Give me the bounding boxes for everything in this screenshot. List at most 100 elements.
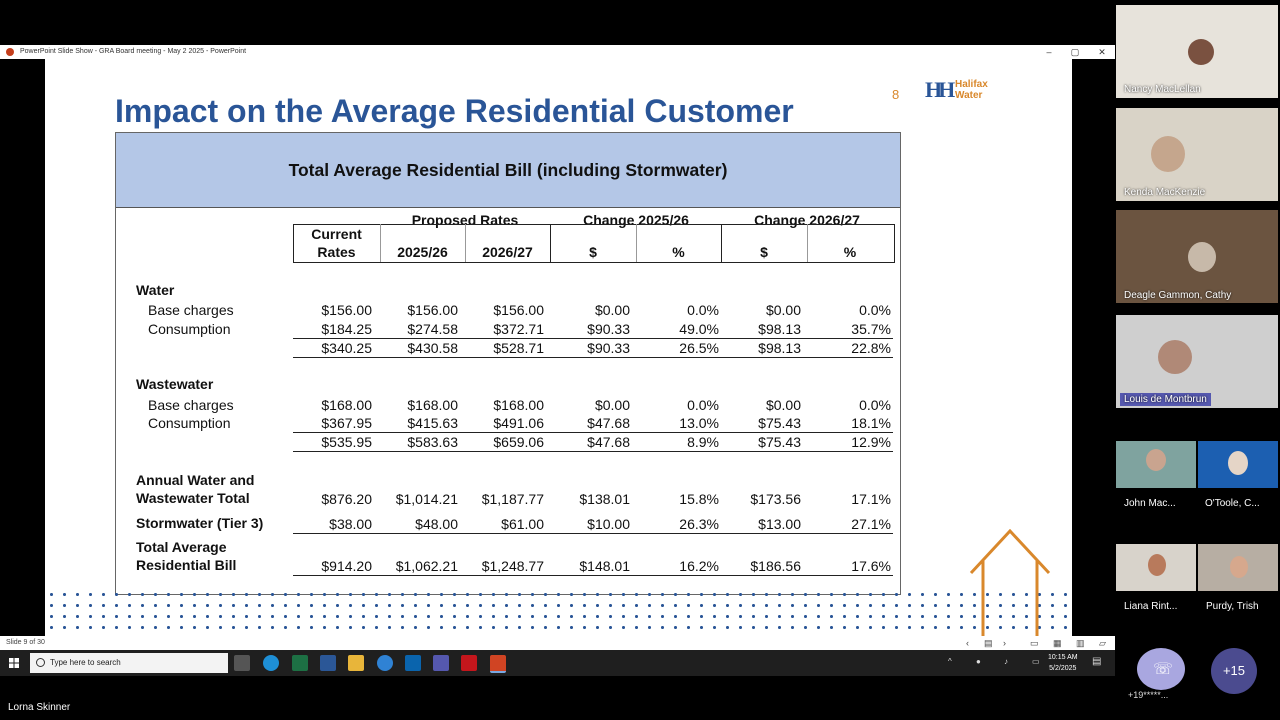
row-label-stormwater: Stormwater (Tier 3) (136, 515, 264, 531)
slide-sorter-icon[interactable]: ▦ (1053, 636, 1062, 650)
label-line-1: Annual Water and (136, 472, 255, 488)
dot-pattern-decoration (45, 589, 1072, 636)
more-participants-button[interactable]: +15 (1211, 648, 1257, 694)
powerpoint-icon (6, 48, 14, 56)
row-label: Base charges (148, 302, 234, 318)
word-icon[interactable] (320, 655, 336, 671)
table-cell: $372.71 (493, 321, 544, 337)
table-cell: $47.68 (587, 434, 630, 450)
table-cell: $75.43 (758, 415, 801, 431)
table-cell: $491.06 (493, 415, 544, 431)
teams-icon[interactable] (433, 655, 449, 671)
file-explorer-icon[interactable] (348, 655, 364, 671)
table-cell: $1,014.21 (395, 491, 458, 507)
participant-tile-kenda[interactable]: Kenda MacKenzie (1116, 108, 1278, 201)
clock-time: 10:15 AM (1048, 654, 1078, 661)
col-change2-dollar: $ (760, 244, 768, 260)
close-button[interactable]: ✕ (1095, 45, 1109, 59)
table-cell: $156.00 (321, 302, 372, 318)
bill-table: Total Average Residential Bill (includin… (115, 132, 901, 595)
acrobat-icon[interactable] (461, 655, 477, 671)
powerpoint-title-bar: PowerPoint Slide Show - GRA Board meetin… (0, 45, 1115, 59)
section-wastewater: Wastewater (136, 376, 214, 392)
slide-heading: Impact on the Average Residential Custom… (115, 93, 794, 129)
table-cell: 17.1% (851, 491, 891, 507)
participant-video-icon (1151, 136, 1185, 172)
table-cell: $156.00 (407, 302, 458, 318)
edge-browser-icon[interactable] (263, 655, 279, 671)
table-cell: 26.3% (679, 516, 719, 532)
table-cell: $876.20 (321, 491, 372, 507)
participant-tile-cathy[interactable]: Deagle Gammon, Cathy (1116, 210, 1278, 303)
table-cell: $583.63 (407, 434, 458, 450)
slideshow-status-bar: Slide 9 of 30 ‹ ▤ › ▭ ▦ ▥ ▱ (0, 636, 1115, 650)
phone-participant-avatar[interactable]: ☏ (1137, 648, 1185, 690)
table-cell: $10.00 (587, 516, 630, 532)
participant-video-icon (1148, 554, 1166, 576)
table-cell: $156.00 (493, 302, 544, 318)
participant-video-icon (1228, 451, 1248, 475)
table-cell: 27.1% (851, 516, 891, 532)
row-label: Consumption (148, 415, 231, 431)
col-change2-percent: % (843, 244, 857, 260)
participant-tile-purdy[interactable] (1198, 544, 1278, 591)
subtotal-rule (293, 357, 893, 358)
internet-explorer-icon[interactable] (377, 655, 393, 671)
notifications-icon[interactable]: ▤ (1092, 656, 1101, 667)
table-cell: $61.00 (501, 516, 544, 532)
table-cell: $90.33 (587, 321, 630, 337)
participant-tile-nancy[interactable]: Nancy MacLellan (1116, 5, 1278, 98)
slide-menu-icon[interactable]: ▤ (984, 636, 993, 650)
table-cell: 35.7% (851, 321, 891, 337)
table-cell: 12.9% (851, 434, 891, 450)
volume-icon[interactable]: ♪ (1004, 657, 1008, 666)
normal-view-icon[interactable]: ▭ (1030, 636, 1039, 650)
participant-tile-louis[interactable]: Louis de Montbrun (1116, 315, 1278, 408)
task-view-icon[interactable] (234, 655, 250, 671)
table-cell: $415.63 (407, 415, 458, 431)
windows-taskbar: Type here to search ^ ● ♪ ▭ 10:15 AM 5/2… (0, 650, 1115, 676)
powerpoint-taskbar-icon[interactable] (490, 655, 506, 673)
next-slide-icon[interactable]: › (1003, 636, 1006, 650)
table-cell: $1,062.21 (395, 558, 458, 574)
table-cell: 13.0% (679, 415, 719, 431)
table-cell: 8.9% (687, 434, 719, 450)
subtotal-rule (293, 451, 893, 452)
logo-line-2: Water (955, 90, 983, 101)
phone-participant-label: +19*****... (1128, 690, 1169, 700)
house-outline-icon (969, 529, 1051, 636)
label-line-2: Residential Bill (136, 557, 237, 573)
reading-view-icon[interactable]: ▥ (1076, 636, 1085, 650)
col-current-line2: Rates (317, 244, 356, 260)
table-cell: $914.20 (321, 558, 372, 574)
col-2025-26: 2025/26 (397, 244, 448, 260)
participant-tile-liana[interactable] (1116, 544, 1196, 591)
slideshow-view-icon[interactable]: ▱ (1099, 636, 1106, 650)
row-label: Consumption (148, 321, 231, 337)
participant-video-icon (1188, 242, 1216, 272)
phone-icon: ☏ (1153, 661, 1174, 678)
keyboard-icon[interactable]: ▭ (1032, 657, 1040, 666)
table-cell: $98.13 (758, 321, 801, 337)
label-line-2: Wastewater Total (136, 490, 250, 506)
slide: Impact on the Average Residential Custom… (45, 59, 1072, 636)
tray-chevron-icon[interactable]: ^ (948, 657, 952, 666)
table-cell: $1,187.77 (481, 491, 544, 507)
outlook-icon[interactable] (405, 655, 421, 671)
participant-tile-otoole[interactable] (1198, 441, 1278, 488)
participant-tile-john[interactable] (1116, 441, 1196, 488)
taskbar-search-box[interactable]: Type here to search (30, 653, 228, 673)
col-current-line1: Current (311, 226, 362, 242)
windows-start-icon[interactable] (9, 658, 19, 668)
microphone-icon[interactable]: ● (976, 657, 981, 666)
taskbar-clock[interactable]: 10:15 AM 5/2/2025 (1048, 652, 1078, 674)
table-cell: 26.5% (679, 340, 719, 356)
maximize-button[interactable]: ▢ (1068, 45, 1082, 59)
table-cell: $186.56 (750, 558, 801, 574)
row-label-total-bill: Total Average Residential Bill (136, 538, 236, 574)
prev-slide-icon[interactable]: ‹ (966, 636, 969, 650)
participant-name: Louis de Montbrun (1120, 393, 1211, 406)
excel-icon[interactable] (292, 655, 308, 671)
row-label: Base charges (148, 397, 234, 413)
minimize-button[interactable]: – (1042, 45, 1056, 59)
